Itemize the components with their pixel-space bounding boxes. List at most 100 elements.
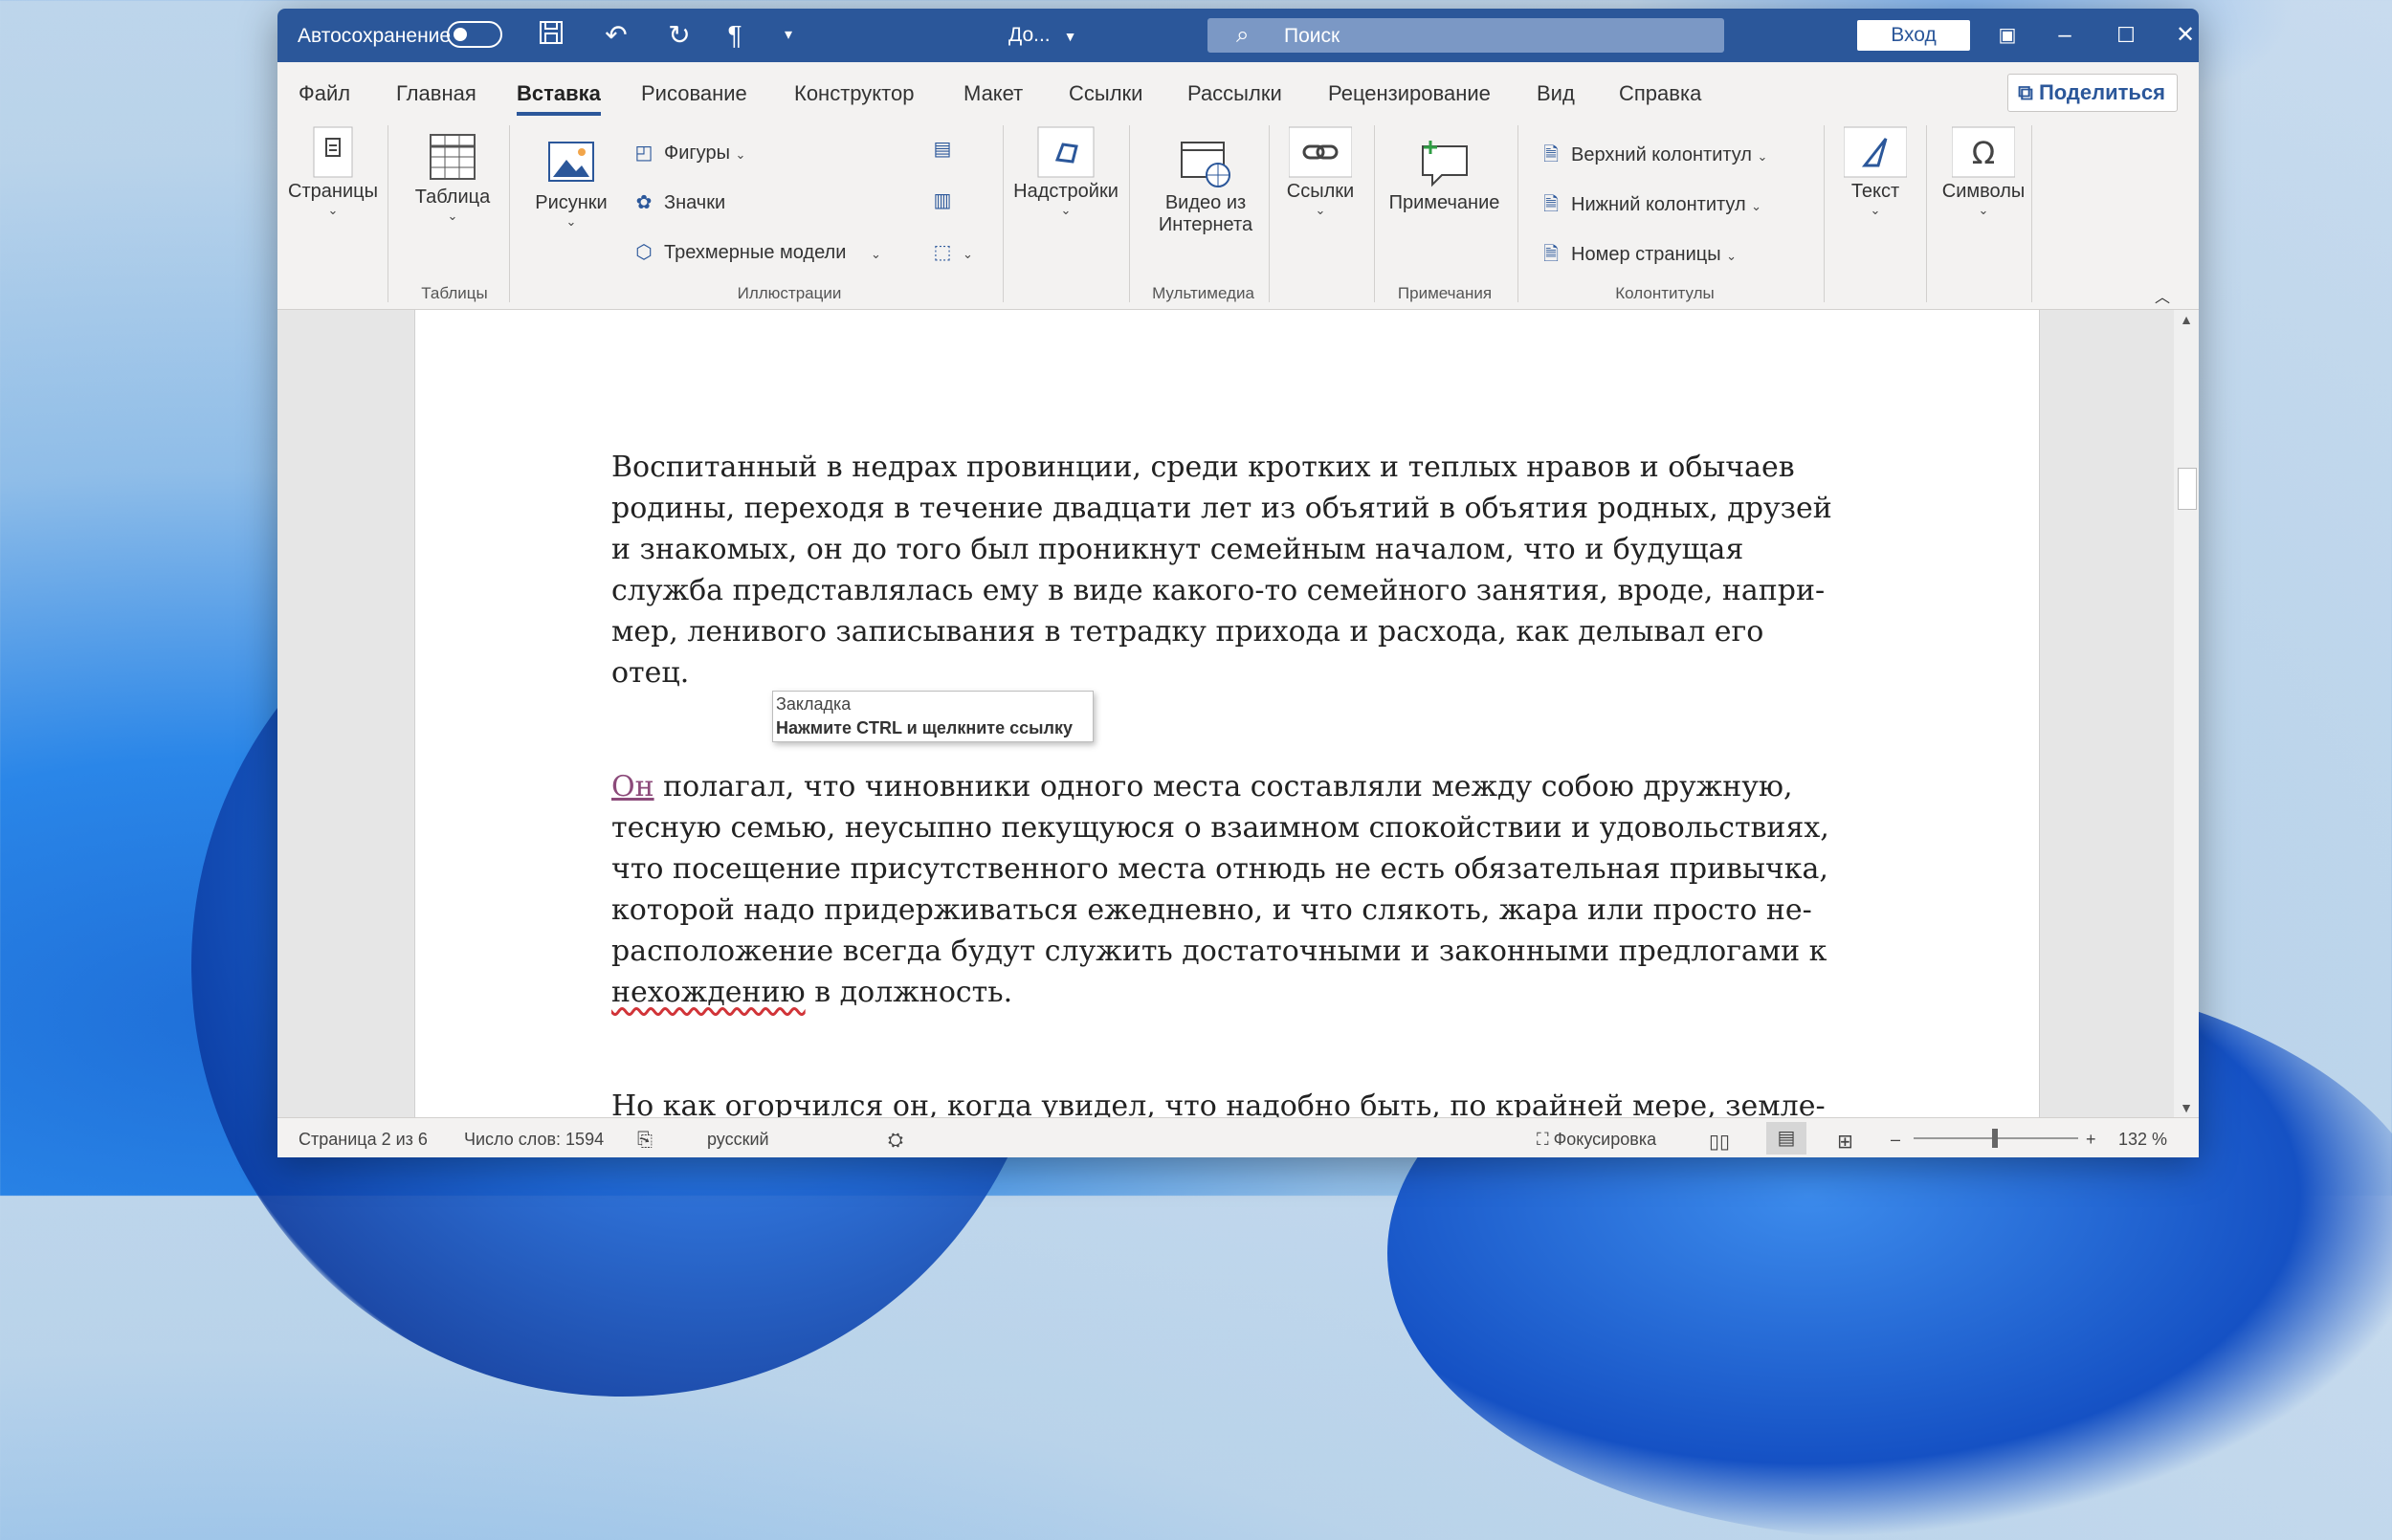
- smartart-button[interactable]: ▤: [930, 137, 963, 161]
- text-icon: [1843, 125, 1908, 181]
- zoom-in-icon[interactable]: +: [2086, 1130, 2096, 1150]
- chevron-down-icon: ▼: [1063, 29, 1077, 44]
- tab-home[interactable]: Главная: [396, 81, 476, 106]
- header-label: Верхний колонтитул: [1571, 144, 1752, 165]
- page-number-button[interactable]: 🗎 Номер страницы ⌄: [1539, 240, 1737, 273]
- zoom-slider-thumb[interactable]: [1992, 1129, 1998, 1148]
- screenshot-button[interactable]: ⬚ ⌄: [930, 240, 973, 264]
- divider: [1824, 125, 1825, 302]
- icons-button[interactable]: ✿ Значки: [631, 190, 726, 214]
- document-page[interactable]: Воспитанный в недрах провинции, среди кр…: [414, 310, 2040, 1123]
- autosave-toggle[interactable]: [447, 21, 502, 48]
- chart-button[interactable]: ▥: [930, 188, 963, 212]
- document-title[interactable]: До... ▼: [1008, 24, 1077, 47]
- web-layout-icon[interactable]: ⊞: [1837, 1130, 1853, 1154]
- language-status[interactable]: русский: [707, 1130, 769, 1150]
- picture-icon: [540, 137, 603, 192]
- vertical-scrollbar[interactable]: ▲ ▼: [2174, 310, 2199, 1117]
- tab-help[interactable]: Справка: [1619, 81, 1701, 106]
- scroll-thumb[interactable]: [2178, 468, 2197, 510]
- document-area: Воспитанный в недрах провинции, среди кр…: [277, 310, 2199, 1123]
- svg-text:Ω: Ω: [1972, 135, 1995, 171]
- word-count[interactable]: Число слов: 1594: [464, 1130, 604, 1150]
- text-line: что посещение присутственного места отню…: [611, 852, 1828, 886]
- chevron-down-icon: ⌄: [1751, 199, 1762, 213]
- tooltip-hint: Нажмите CTRL и щелкните ссылку: [776, 718, 1073, 737]
- scroll-up-icon[interactable]: ▲: [2174, 312, 2199, 327]
- table-button[interactable]: Таблица ⌄: [400, 131, 505, 224]
- zoom-level[interactable]: 132 %: [2118, 1130, 2167, 1150]
- page-number-icon: 🗎: [1542, 244, 1560, 265]
- title-bar: Автосохранение ↶ ↻ ¶ ▾ До... ▼ ⌕ Поиск Вх…: [277, 9, 2199, 62]
- tab-view[interactable]: Вид: [1537, 81, 1575, 106]
- comment-button[interactable]: Примечание: [1380, 137, 1509, 214]
- ribbon-display-icon[interactable]: ▣: [1988, 16, 2027, 55]
- tab-layout[interactable]: Макет: [963, 81, 1023, 106]
- group-illustrations-label: Иллюстрации: [737, 284, 842, 302]
- share-button[interactable]: ⧉ Поделиться: [2007, 74, 2178, 112]
- tab-draw[interactable]: Рисование: [641, 81, 747, 106]
- chevron-down-icon: ⌄: [963, 247, 973, 261]
- text-line: расположение всегда будут служить достат…: [611, 935, 1827, 968]
- page-number-label: Номер страницы: [1571, 244, 1721, 265]
- read-mode-icon[interactable]: ▯▯: [1709, 1130, 1730, 1154]
- text-line: нехождению в должность.: [611, 972, 1884, 1013]
- pages-label: Страницы: [288, 181, 378, 202]
- collapse-ribbon-icon[interactable]: ︿: [2155, 284, 2170, 307]
- page-count[interactable]: Страница 2 из 6: [299, 1130, 428, 1150]
- bookmark-link[interactable]: Он: [611, 770, 654, 803]
- pictures-button[interactable]: Рисунки ⌄: [519, 137, 624, 230]
- redo-icon[interactable]: ↻: [662, 18, 697, 53]
- links-button[interactable]: Ссылки ⌄: [1273, 125, 1368, 218]
- ribbon: Страницы ⌄ Таблица ⌄ Таблицы Рисунки ⌄ ◰…: [277, 121, 2199, 310]
- text-button[interactable]: Текст ⌄: [1827, 125, 1923, 218]
- zoom-out-icon[interactable]: –: [1891, 1130, 1900, 1150]
- chevron-down-icon: ⌄: [327, 203, 339, 217]
- omega-icon: Ω: [1951, 125, 2016, 181]
- customize-toolbar-icon[interactable]: ▾: [771, 18, 806, 53]
- login-button[interactable]: Вход: [1857, 20, 1970, 51]
- tooltip-title: Закладка: [776, 694, 852, 714]
- pages-icon: [301, 125, 365, 181]
- focus-mode-button[interactable]: ⛶ Фокусировка: [1537, 1130, 1656, 1150]
- divider: [2031, 125, 2032, 302]
- text-fragment: в должность.: [805, 976, 1013, 1009]
- tab-design[interactable]: Конструктор: [794, 81, 914, 106]
- save-icon[interactable]: [534, 18, 568, 53]
- tab-mailings[interactable]: Рассылки: [1187, 81, 1282, 106]
- shapes-button[interactable]: ◰ Фигуры ⌄: [631, 141, 746, 165]
- bookmark-tooltip: Закладка Нажмите CTRL и щелкните ссылку: [772, 691, 1094, 742]
- divider: [509, 125, 510, 302]
- undo-icon[interactable]: ↶: [599, 18, 633, 53]
- spelling-error-word[interactable]: нехождению: [611, 976, 806, 1009]
- text-label: Текст: [1850, 181, 1900, 202]
- text-line: тесную семью, неусыпно пекущуюся о взаим…: [611, 811, 1829, 845]
- close-icon[interactable]: ✕: [2166, 16, 2199, 55]
- header-button[interactable]: 🗎 Верхний колонтитул ⌄: [1539, 141, 1768, 173]
- symbols-button[interactable]: Ω Символы ⌄: [1931, 125, 2036, 218]
- minimize-icon[interactable]: –: [2046, 16, 2084, 55]
- tab-references[interactable]: Ссылки: [1069, 81, 1142, 106]
- print-layout-icon[interactable]: ▤: [1766, 1122, 1806, 1155]
- scroll-down-icon[interactable]: ▼: [2174, 1100, 2199, 1115]
- accessibility-icon[interactable]: ⛭: [888, 1130, 903, 1152]
- tab-insert[interactable]: Вставка: [517, 81, 601, 116]
- menu-bar: Файл Главная Вставка Рисование Конструкт…: [277, 62, 2199, 121]
- footer-button[interactable]: 🗎 Нижний колонтитул ⌄: [1539, 190, 1761, 223]
- proofing-icon[interactable]: ⎘: [637, 1130, 653, 1152]
- text-line: которой надо придерживаться ежедневно, и…: [611, 893, 1812, 927]
- search-box[interactable]: ⌕ Поиск: [1207, 18, 1724, 53]
- pictures-label: Рисунки: [535, 192, 608, 213]
- text-line: мер, ленивого записывания в тетрадку при…: [611, 615, 1764, 649]
- video-label-line2: Интернета: [1158, 214, 1253, 235]
- paragraph-marks-icon[interactable]: ¶: [718, 18, 752, 53]
- maximize-icon[interactable]: ☐: [2107, 16, 2145, 55]
- pages-button[interactable]: Страницы ⌄: [285, 125, 381, 218]
- comment-label: Примечание: [1388, 192, 1500, 213]
- tab-file[interactable]: Файл: [299, 81, 350, 106]
- online-video-button[interactable]: Видео из Интернета: [1134, 137, 1277, 236]
- addins-button[interactable]: Надстройки ⌄: [1008, 125, 1123, 218]
- tab-review[interactable]: Рецензирование: [1328, 81, 1491, 106]
- 3d-models-button[interactable]: ⬡ Трехмерные модели ⌄: [631, 240, 881, 264]
- group-media-label: Мультимедиа: [1152, 284, 1254, 302]
